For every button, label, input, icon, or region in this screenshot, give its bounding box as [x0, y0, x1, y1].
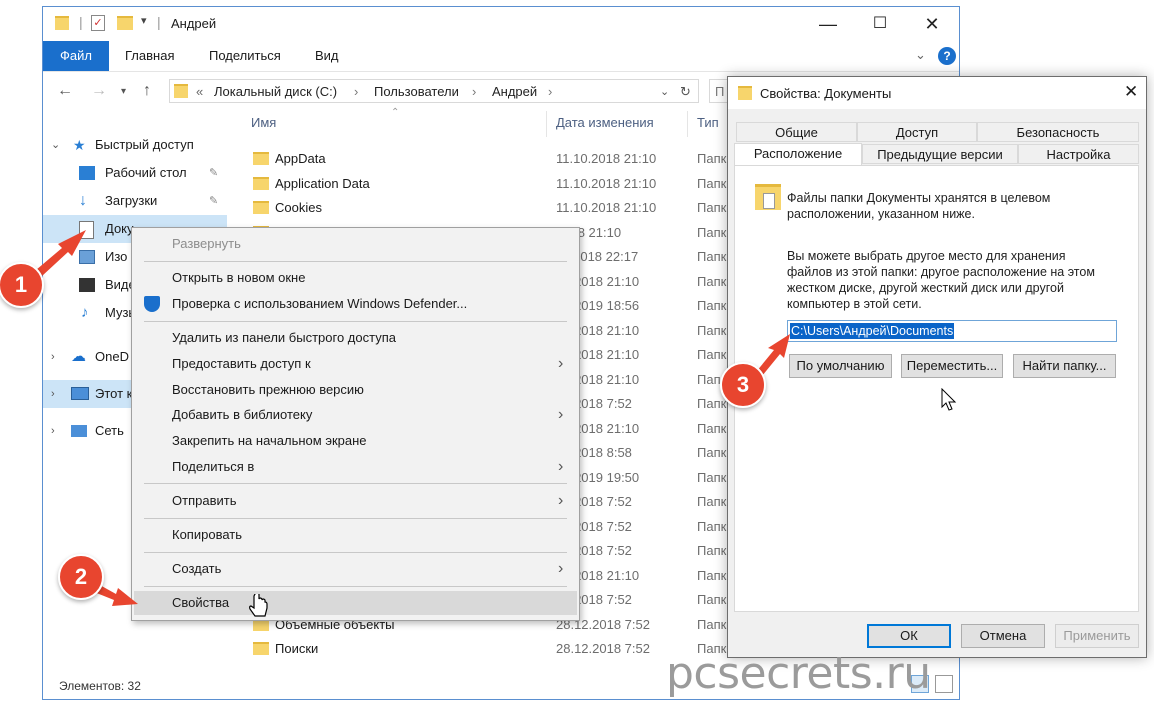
- arrow-1: [36, 230, 86, 276]
- watermark: pcsecrets.ru: [666, 648, 931, 699]
- callout-arrows: [36, 230, 790, 606]
- callout-badge-1: 1: [0, 262, 44, 308]
- arrow-3: [756, 334, 790, 376]
- callout-badge-2: 2: [58, 554, 104, 600]
- callout-badge-3: 3: [720, 362, 766, 408]
